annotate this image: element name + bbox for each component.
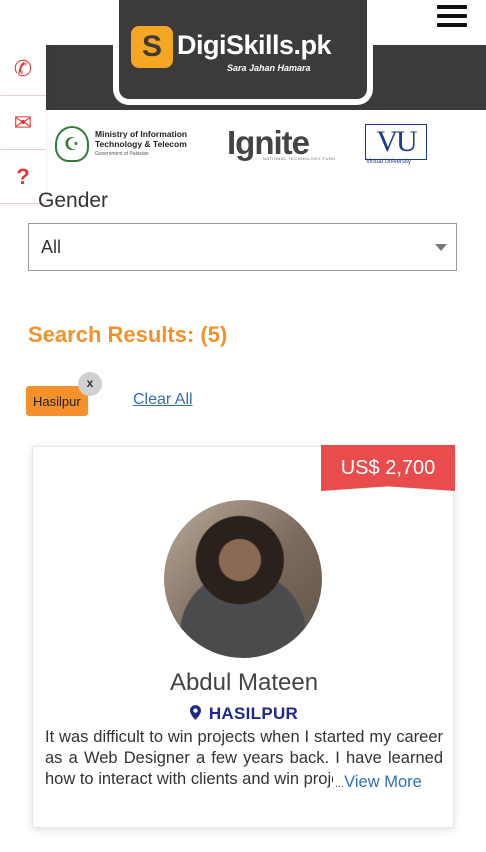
vu-subtitle: Virtual University (366, 159, 411, 165)
profile-location-text: HASILPUR (208, 704, 299, 723)
page: S DigiSkills.pk Sara Jahan Hamara ✆ ✉ ? … (0, 0, 486, 852)
digiskills-logo[interactable]: S DigiSkills.pk Sara Jahan Hamara (113, 0, 373, 105)
hamburger-menu-icon[interactable] (437, 5, 467, 31)
moit-line-1: Ministry of Information (95, 129, 188, 139)
search-results-title: Search Results: (5) (28, 322, 228, 347)
moit-logo: ☪ Ministry of Information Technology & T… (55, 126, 187, 162)
avatar (164, 500, 322, 658)
logo-tagline: Sara Jahan Hamara (227, 63, 311, 73)
close-icon[interactable]: x (78, 372, 102, 396)
mail-icon[interactable]: ✉ (0, 96, 46, 150)
view-more-link[interactable]: ...View More (333, 773, 422, 792)
clear-all-link[interactable]: Clear All (133, 391, 193, 409)
moit-line-2: Technology & Telecom (95, 139, 187, 149)
profile-card[interactable]: US$ 2,700 Abdul Mateen HASILPUR It was d… (32, 445, 455, 828)
vu-logo: VU (365, 124, 427, 160)
gender-label: Gender (38, 189, 109, 212)
price-badge: US$ 2,700 (321, 445, 455, 491)
caret-down-icon (435, 244, 447, 251)
map-pin-icon (189, 705, 201, 720)
profile-location: HASILPUR (33, 704, 455, 724)
ignite-subtitle: NATIONAL TECHNOLOGY FUND (263, 156, 336, 161)
moit-line-3: Government of Pakistan (95, 151, 149, 157)
phone-icon[interactable]: ✆ (0, 42, 46, 96)
ellipsis: ... (335, 778, 345, 790)
filter-tag-hasilpur[interactable]: Hasilpur (26, 386, 88, 416)
gender-select[interactable]: All (28, 223, 457, 271)
profile-name: Abdul Mateen (169, 669, 319, 696)
logo-mark-icon: S (131, 26, 173, 68)
partner-logos: ☪ Ministry of Information Technology & T… (55, 122, 435, 168)
logo-text: DigiSkills.pk (177, 30, 332, 60)
pakistan-seal-icon: ☪ (55, 126, 89, 162)
view-more-label: View More (344, 773, 422, 791)
side-contact-bar: ✆ ✉ ? (0, 42, 46, 204)
gender-select-value: All (41, 236, 62, 257)
